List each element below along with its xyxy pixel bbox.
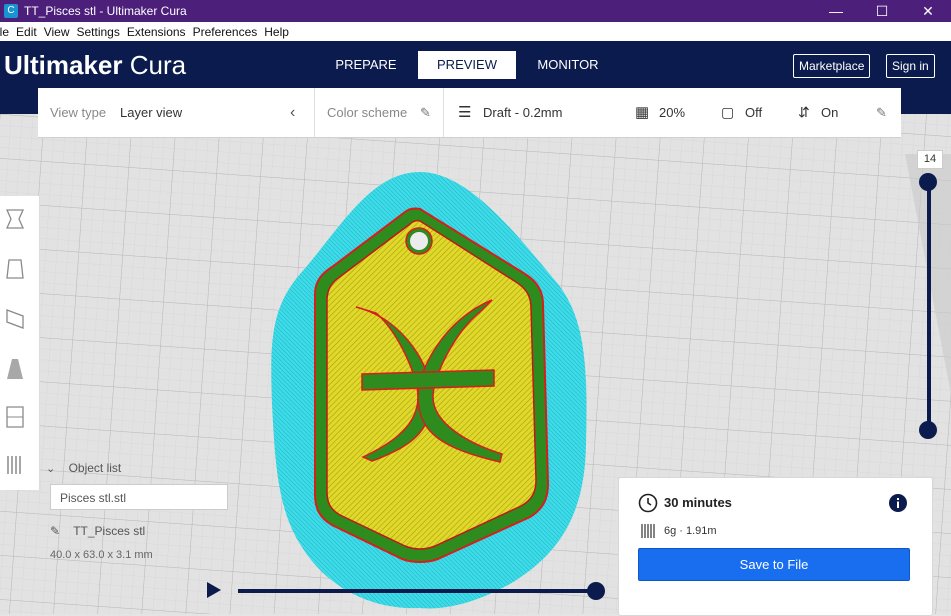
per-model-settings-icon[interactable] <box>4 404 26 430</box>
tab-monitor[interactable]: MONITOR <box>519 51 617 79</box>
profile-icon: ☰ <box>458 104 472 121</box>
object-list-item[interactable]: Pisces stl.stl <box>50 484 228 510</box>
scale-tool-icon[interactable] <box>4 256 26 282</box>
tool-strip <box>0 196 40 490</box>
material-usage: 6g · 1.91m <box>664 525 717 537</box>
tab-prepare[interactable]: PREPARE <box>317 51 415 79</box>
maximize-button[interactable]: ☐ <box>859 0 905 22</box>
play-icon[interactable] <box>207 582 221 598</box>
profile-name[interactable]: Draft - 0.2mm <box>483 88 562 137</box>
color-scheme-label[interactable]: Color scheme <box>327 88 407 137</box>
support-icon: ▢ <box>721 104 735 120</box>
adhesion-icon: ⇵ <box>798 104 810 120</box>
print-time: 30 minutes <box>664 495 732 510</box>
layer-number-input[interactable]: 14 <box>917 150 943 169</box>
object-dimensions: 40.0 x 63.0 x 3.1 mm <box>50 549 153 561</box>
view-settings-toolbar: View type Layer view ‹ Color scheme ✎ ☰ … <box>38 88 901 138</box>
edit-settings-icon[interactable]: ✎ <box>876 88 887 137</box>
path-slider-handle[interactable] <box>587 582 605 600</box>
menu-view[interactable]: View <box>44 25 70 39</box>
infill-icon: ▦ <box>635 104 650 121</box>
title-bar: C TT_Pisces stl - Ultimaker Cura — ☐ ✕ <box>0 0 951 22</box>
chevron-down-icon[interactable]: ⌄ <box>46 463 55 475</box>
rotate-tool-icon[interactable] <box>4 306 26 332</box>
clock-icon <box>638 493 658 513</box>
layer-slider[interactable] <box>927 180 931 430</box>
object-name: TT_Pisces stl <box>73 524 146 538</box>
menu-edit[interactable]: Edit <box>16 25 37 39</box>
menu-settings[interactable]: Settings <box>77 25 120 39</box>
brand-primary: Ultimaker <box>4 50 123 80</box>
marketplace-button[interactable]: Marketplace <box>793 54 871 78</box>
path-slider[interactable] <box>238 589 598 593</box>
menu-extensions[interactable]: Extensions <box>127 25 186 39</box>
menu-preferences[interactable]: Preferences <box>193 25 258 39</box>
menu-file[interactable]: ile <box>0 25 9 39</box>
move-tool-icon[interactable] <box>4 206 26 232</box>
minimize-button[interactable]: — <box>813 0 859 22</box>
support-value[interactable]: Off <box>745 88 762 137</box>
sign-in-button[interactable]: Sign in <box>886 54 935 78</box>
adhesion-value[interactable]: On <box>821 88 838 137</box>
close-button[interactable]: ✕ <box>905 0 951 22</box>
chevron-left-icon[interactable]: ‹ <box>290 88 295 137</box>
material-spool-icon <box>641 524 655 538</box>
object-list-panel: ⌄ Object list <box>46 461 246 475</box>
window-title: TT_Pisces stl - Ultimaker Cura <box>24 4 187 18</box>
info-icon[interactable] <box>888 493 908 513</box>
pencil-icon[interactable]: ✎ <box>420 88 431 137</box>
stage-tabs: PREPARE PREVIEW MONITOR <box>317 51 620 79</box>
menu-bar: ile Edit View Settings Extensions Prefer… <box>0 22 951 41</box>
infill-value[interactable]: 20% <box>659 88 685 137</box>
object-list-header[interactable]: Object list <box>69 461 122 475</box>
layer-slider-bottom-handle[interactable] <box>919 421 937 439</box>
save-to-file-button[interactable]: Save to File <box>638 548 910 581</box>
object-edit-icon[interactable]: ✎ <box>50 524 60 538</box>
support-blocker-icon[interactable] <box>4 452 26 478</box>
cura-app-icon: C <box>4 4 18 18</box>
brand-logo: Ultimaker Cura <box>4 50 186 81</box>
layer-slider-top-handle[interactable] <box>919 173 937 191</box>
brand-secondary: Cura <box>129 50 187 80</box>
view-type-label: View type <box>50 105 107 120</box>
mirror-tool-icon[interactable] <box>4 356 26 382</box>
view-type-dropdown[interactable]: Layer view <box>120 88 182 137</box>
object-info: ✎ TT_Pisces stl <box>50 524 145 538</box>
print-info-panel: 30 minutes 6g · 1.91m Save to File <box>618 477 933 616</box>
tab-preview[interactable]: PREVIEW <box>418 51 516 79</box>
menu-help[interactable]: Help <box>264 25 289 39</box>
